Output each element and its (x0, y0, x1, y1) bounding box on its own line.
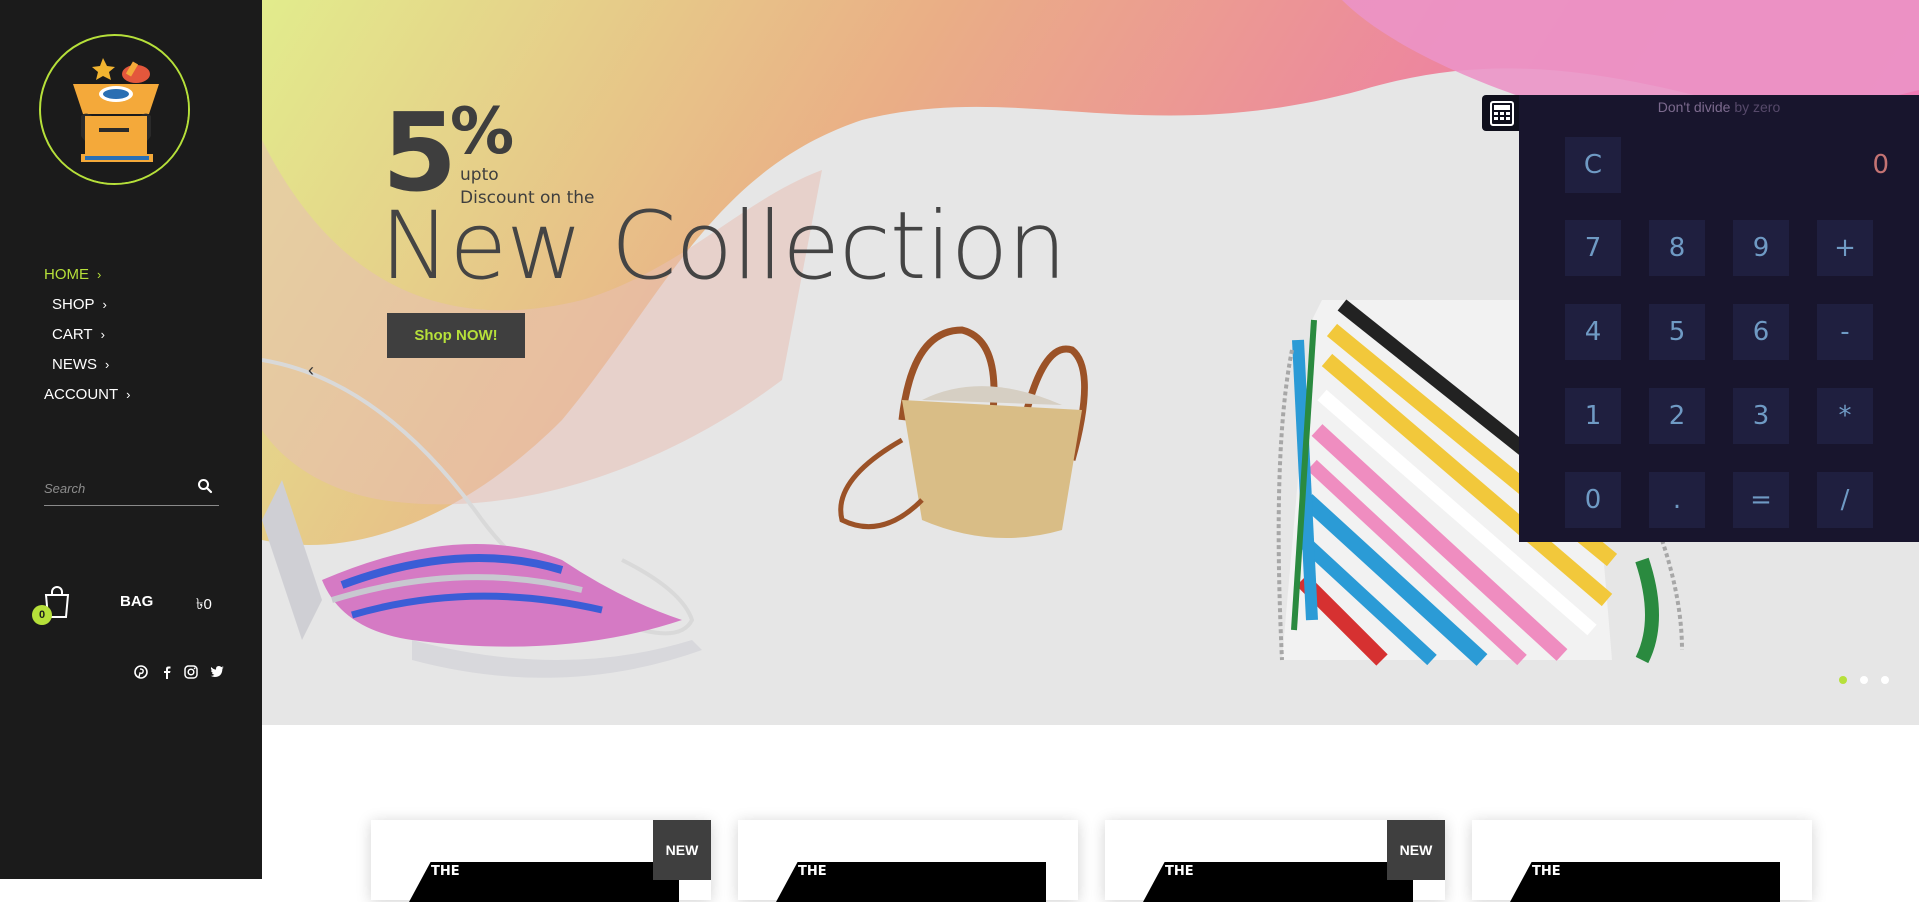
shop-now-button[interactable]: Shop NOW! (387, 313, 525, 358)
calculator-hint: Don't divide by zero (1519, 99, 1919, 115)
nav-cart[interactable]: CART › (52, 326, 105, 343)
instagram-icon[interactable] (184, 665, 200, 681)
chevron-right-icon: › (126, 387, 131, 402)
slider-dot-1[interactable] (1839, 676, 1847, 684)
product-image-text: THE (798, 864, 827, 879)
calculator-icon (1490, 101, 1514, 126)
slider-dots (1839, 676, 1909, 686)
calc-key-clear[interactable]: C (1565, 137, 1621, 193)
promo-upto: upto (460, 165, 499, 185)
calc-key-5[interactable]: 5 (1649, 304, 1705, 360)
product-image-text: THE (431, 864, 460, 879)
calc-key-4[interactable]: 4 (1565, 304, 1621, 360)
promo-percent-sign: % (450, 95, 515, 169)
slider-dot-2[interactable] (1860, 676, 1868, 684)
slider-dot-3[interactable] (1881, 676, 1889, 684)
calculator-hint-main: Don't divide (1657, 99, 1731, 115)
product-card[interactable]: THE (738, 820, 1078, 902)
calc-key-8[interactable]: 8 (1649, 220, 1705, 276)
calc-key-plus[interactable]: + (1817, 220, 1873, 276)
hero-title: New Collection (380, 192, 1067, 301)
sidebar: HOME› SHOP› CART› NEWS› ACCOUNT› 0 BAG ৳… (0, 0, 262, 879)
product-image-text: THE (1165, 864, 1194, 879)
social-links (134, 665, 234, 685)
product-image: THE (409, 862, 679, 902)
calc-key-3[interactable]: 3 (1733, 388, 1789, 444)
nav-shop[interactable]: SHOP › (52, 296, 107, 313)
calc-key-1[interactable]: 1 (1565, 388, 1621, 444)
prev-slide-arrow[interactable]: ‹ (308, 360, 314, 381)
calc-key-9[interactable]: 9 (1733, 220, 1789, 276)
new-badge: NEW (653, 820, 711, 880)
calc-key-2[interactable]: 2 (1649, 388, 1705, 444)
chevron-right-icon: › (102, 297, 107, 312)
calc-key-divide[interactable]: / (1817, 472, 1873, 528)
new-badge: NEW (1387, 820, 1445, 880)
calc-key-decimal[interactable]: . (1649, 472, 1705, 528)
product-image: THE (776, 862, 1046, 902)
product-card[interactable]: THE (1472, 820, 1812, 902)
nav-news-label: NEWS (52, 356, 97, 373)
nav-news[interactable]: NEWS › (52, 356, 109, 373)
twitter-icon[interactable] (210, 665, 226, 681)
nav-home-label: HOME (44, 266, 89, 283)
pinterest-icon[interactable] (134, 665, 150, 681)
nav-home[interactable]: HOME › (44, 266, 101, 283)
nav-cart-label: CART (52, 326, 93, 343)
bag-summary[interactable]: 0 BAG ৳0 (32, 585, 232, 625)
product-card[interactable]: THE NEW (371, 820, 711, 902)
facebook-icon[interactable] (160, 665, 176, 681)
site-logo[interactable] (39, 34, 190, 185)
calculator-toggle[interactable] (1482, 95, 1520, 131)
chevron-right-icon: › (105, 357, 110, 372)
calculator-widget: Don't divide by zero C 0 7 8 9 + 4 5 6 -… (1519, 95, 1919, 542)
nav-account[interactable]: ACCOUNT › (44, 386, 131, 403)
product-image-text: THE (1532, 864, 1561, 879)
calc-key-0[interactable]: 0 (1565, 472, 1621, 528)
chevron-right-icon: › (97, 267, 102, 282)
product-image: THE (1143, 862, 1413, 902)
bag-total: ৳0 (196, 596, 212, 613)
bag-count-badge: 0 (32, 605, 52, 625)
calculator-hint-dim: by zero (1730, 99, 1781, 115)
product-card[interactable]: THE NEW (1105, 820, 1445, 902)
logo-emblem-icon (42, 37, 188, 183)
bag-label: BAG (120, 593, 154, 610)
product-image: THE (1510, 862, 1780, 902)
calc-key-multiply[interactable]: * (1817, 388, 1873, 444)
search-icon[interactable] (197, 478, 215, 496)
calculator-display: 0 (1872, 150, 1889, 180)
search-input[interactable] (44, 478, 184, 498)
calc-key-minus[interactable]: - (1817, 304, 1873, 360)
nav-account-label: ACCOUNT (44, 386, 119, 403)
nav-shop-label: SHOP (52, 296, 95, 313)
calc-key-equals[interactable]: = (1733, 472, 1789, 528)
chevron-right-icon: › (100, 327, 105, 342)
calc-key-6[interactable]: 6 (1733, 304, 1789, 360)
calc-key-7[interactable]: 7 (1565, 220, 1621, 276)
search-bar (44, 470, 219, 506)
